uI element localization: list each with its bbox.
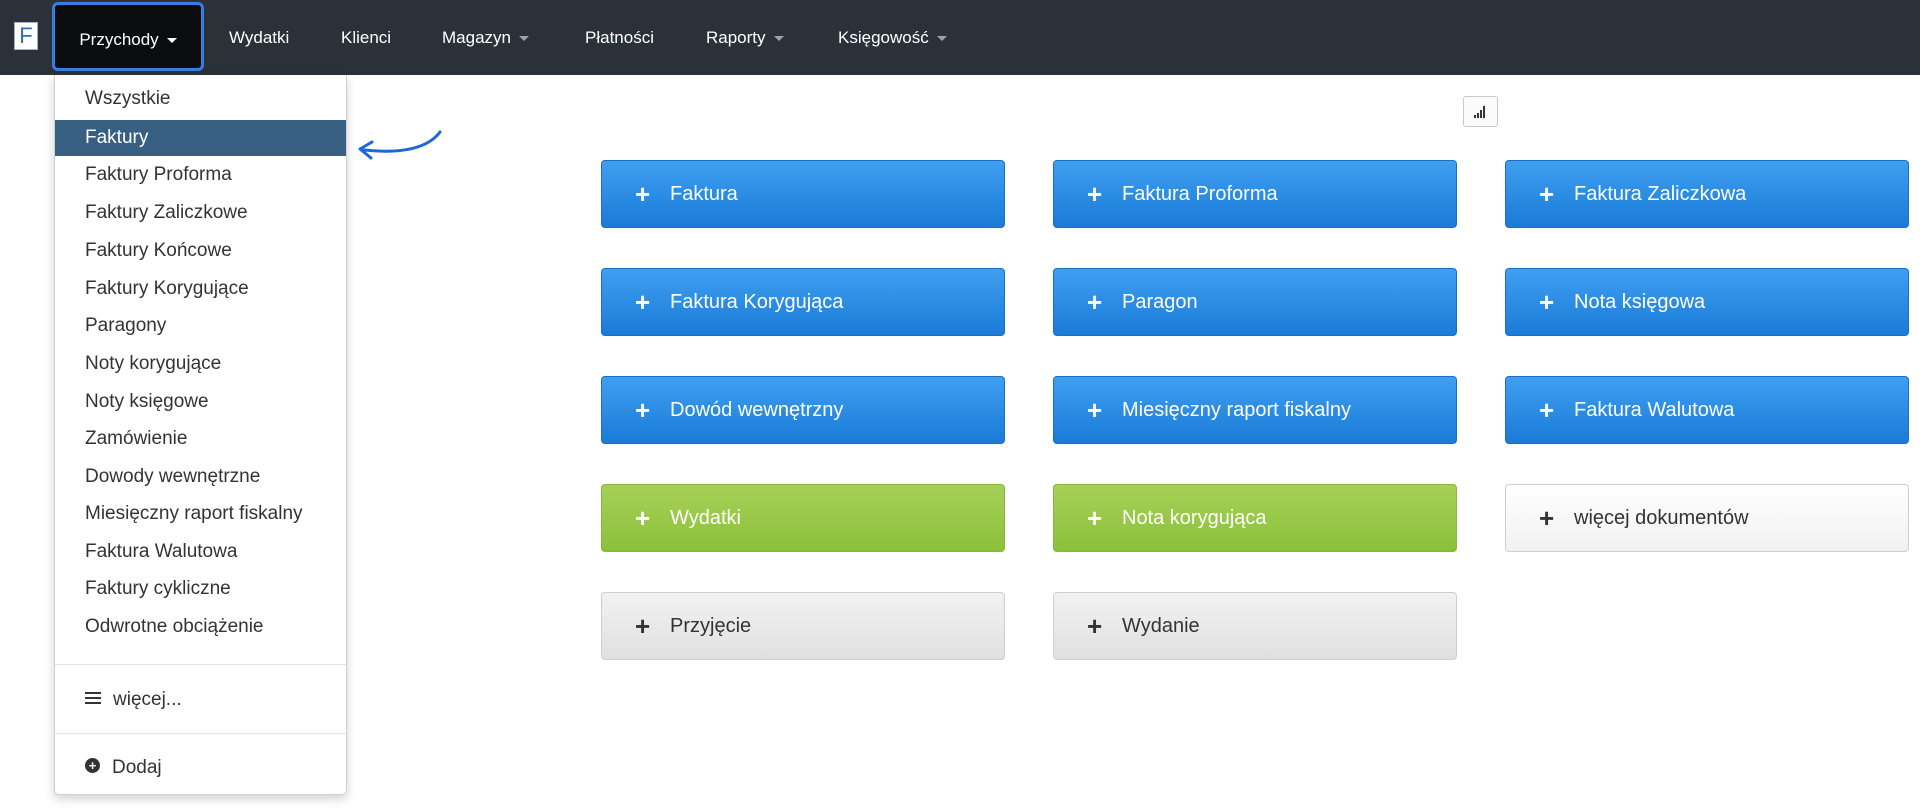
menu-item-noty-ksiegowe[interactable]: Noty księgowe <box>55 384 346 420</box>
nav-magazyn-label: Magazyn <box>442 28 511 47</box>
new-dowod-wewnetrzny-button[interactable]: + Dowód wewnętrzny <box>601 376 1005 444</box>
menu-item-dodaj[interactable]: + Dodaj <box>55 750 346 786</box>
new-faktura-button[interactable]: + Faktura <box>601 160 1005 228</box>
tile-label: Faktura <box>670 183 738 205</box>
plus-icon: + <box>1087 395 1103 425</box>
nav-wydatki-label: Wydatki <box>229 28 290 47</box>
menu-item-noty-korygujace[interactable]: Noty korygujące <box>55 346 346 382</box>
tile-label: Faktura Korygująca <box>670 291 844 313</box>
plus-circle-icon: + <box>85 758 100 774</box>
chevron-down-icon <box>166 38 177 44</box>
menu-item-paragony[interactable]: Paragony <box>55 308 346 344</box>
menu-item-wiecej-label: więcej... <box>113 689 182 710</box>
chevron-down-icon <box>936 36 947 42</box>
nav-platnosci[interactable]: Płatności <box>585 0 654 75</box>
tile-label: Dowód wewnętrzny <box>670 399 844 421</box>
menu-item-dodaj-label: Dodaj <box>112 757 162 778</box>
tile-label: Faktura Walutowa <box>1574 399 1735 421</box>
tile-label: więcej dokumentów <box>1574 507 1749 529</box>
plus-icon: + <box>1087 503 1103 533</box>
tile-label: Miesięczny raport fiskalny <box>1122 399 1351 421</box>
menu-item-faktury-koncowe[interactable]: Faktury Końcowe <box>55 233 346 269</box>
plus-icon: + <box>635 395 651 425</box>
nav-przychody[interactable]: Przychody <box>52 2 204 71</box>
chevron-down-icon <box>518 36 529 42</box>
tile-label: Faktura Zaliczkowa <box>1574 183 1747 205</box>
signal-bars-glyph <box>1474 106 1485 118</box>
signal-bars-icon[interactable] <box>1463 96 1498 127</box>
plus-icon: + <box>1539 503 1555 533</box>
new-faktura-zaliczkowa-button[interactable]: + Faktura Zaliczkowa <box>1505 160 1909 228</box>
nav-przychody-label: Przychody <box>79 30 159 49</box>
tile-label: Nota księgowa <box>1574 291 1706 313</box>
new-faktura-proforma-button[interactable]: + Faktura Proforma <box>1053 160 1457 228</box>
przychody-dropdown-menu: Wszystkie Faktury Faktury Proforma Faktu… <box>54 75 347 795</box>
new-przyjecie-button[interactable]: + Przyjęcie <box>601 592 1005 660</box>
menu-item-wszystkie[interactable]: Wszystkie <box>55 81 346 117</box>
curved-arrow-icon <box>358 130 442 160</box>
menu-item-zamowienie[interactable]: Zamówienie <box>55 421 346 457</box>
new-faktura-korygujaca-button[interactable]: + Faktura Korygująca <box>601 268 1005 336</box>
plus-icon: + <box>635 611 651 641</box>
menu-item-faktury[interactable]: Faktury <box>55 120 346 156</box>
nav-raporty-label: Raporty <box>706 28 766 47</box>
plus-icon: + <box>1087 287 1103 317</box>
plus-icon: + <box>635 179 651 209</box>
menu-divider <box>55 664 346 665</box>
nav-ksiegowosc-label: Księgowość <box>838 28 929 47</box>
plus-icon: + <box>1539 287 1555 317</box>
menu-item-faktury-korygujace[interactable]: Faktury Korygujące <box>55 271 346 307</box>
tile-label: Faktura Proforma <box>1122 183 1278 205</box>
new-wydatki-button[interactable]: + Wydatki <box>601 484 1005 552</box>
menu-item-odwrotne-obciazenie[interactable]: Odwrotne obciążenie <box>55 609 346 645</box>
nav-magazyn[interactable]: Magazyn <box>442 0 529 75</box>
plus-icon: + <box>1539 179 1555 209</box>
hamburger-icon <box>85 691 101 704</box>
plus-icon: + <box>635 287 651 317</box>
nav-klienci[interactable]: Klienci <box>341 0 391 75</box>
plus-icon: + <box>635 503 651 533</box>
plus-icon: + <box>1539 395 1555 425</box>
plus-icon: + <box>1087 611 1103 641</box>
nav-ksiegowosc[interactable]: Księgowość <box>838 0 947 75</box>
nav-platnosci-label: Płatności <box>585 28 654 47</box>
new-wydanie-button[interactable]: + Wydanie <box>1053 592 1457 660</box>
tile-label: Nota korygująca <box>1122 507 1267 529</box>
new-nota-ksiegowa-button[interactable]: + Nota księgowa <box>1505 268 1909 336</box>
tile-label: Wydatki <box>670 507 741 529</box>
menu-divider <box>55 733 346 734</box>
more-documents-button[interactable]: + więcej dokumentów <box>1505 484 1909 552</box>
tile-label: Paragon <box>1122 291 1198 313</box>
nav-wydatki[interactable]: Wydatki <box>229 0 289 75</box>
nav-raporty[interactable]: Raporty <box>706 0 784 75</box>
new-nota-korygujaca-button[interactable]: + Nota korygująca <box>1053 484 1457 552</box>
menu-item-faktury-proforma[interactable]: Faktury Proforma <box>55 157 346 193</box>
menu-item-faktura-walutowa[interactable]: Faktura Walutowa <box>55 534 346 570</box>
menu-item-faktury-cykliczne[interactable]: Faktury cykliczne <box>55 571 346 607</box>
plus-icon: + <box>1087 179 1103 209</box>
menu-item-faktury-zaliczkowe[interactable]: Faktury Zaliczkowe <box>55 195 346 231</box>
app-logo[interactable]: F <box>14 22 38 50</box>
tile-label: Wydanie <box>1122 615 1200 637</box>
new-paragon-button[interactable]: + Paragon <box>1053 268 1457 336</box>
nav-klienci-label: Klienci <box>341 28 392 47</box>
menu-item-wiecej[interactable]: więcej... <box>55 682 346 718</box>
menu-item-miesieczny-raport-fiskalny[interactable]: Miesięczny raport fiskalny <box>55 496 346 532</box>
tile-label: Przyjęcie <box>670 615 752 637</box>
chevron-down-icon <box>773 36 784 42</box>
new-faktura-walutowa-button[interactable]: + Faktura Walutowa <box>1505 376 1909 444</box>
new-miesieczny-raport-fiskalny-button[interactable]: + Miesięczny raport fiskalny <box>1053 376 1457 444</box>
menu-item-dowody-wewnetrzne[interactable]: Dowody wewnętrzne <box>55 459 346 495</box>
top-navbar: F Przychody Wydatki Klienci Magazyn Płat… <box>0 0 1920 75</box>
